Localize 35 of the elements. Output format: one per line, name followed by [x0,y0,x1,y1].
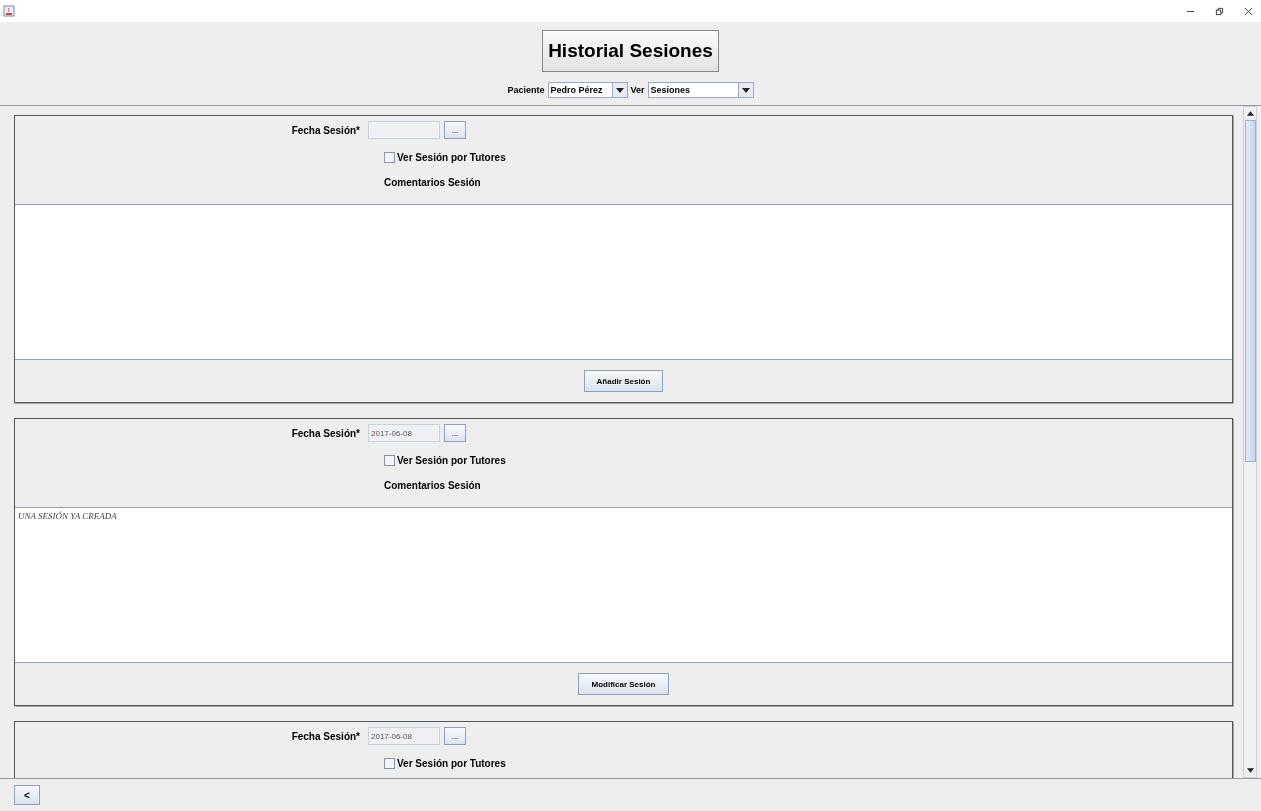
checkbox[interactable] [384,151,395,163]
date-label: Fecha Sesión* [290,730,360,742]
checkbox[interactable] [384,454,395,466]
session-button[interactable]: Modificar Sesión [578,673,669,695]
view-label: Ver [630,85,645,95]
date-field[interactable]: 2017-06-08 [368,424,440,442]
page-title: Historial Sesiones [542,30,719,72]
session-button[interactable]: Añadir Sesión [583,370,664,392]
scrollbar[interactable] [1243,106,1257,778]
date-field[interactable] [368,121,440,139]
comments-label: Comentarios Sesión [384,479,481,491]
date-label: Fecha Sesión* [290,427,360,439]
patient-dropdown[interactable]: Pedro Pérez [547,82,628,98]
date-field[interactable]: 2017-06-08 [368,727,440,745]
scroll-down-icon[interactable] [1246,768,1254,773]
dropdown-arrow-icon [741,87,750,93]
app-icon [3,5,15,17]
comments-text: UNA SESIÓN YA CREADA [18,511,117,521]
checkbox-label: Ver Sesión por Tutores [397,454,506,466]
close-icon[interactable] [1244,6,1253,16]
comments-textarea[interactable]: UNA SESIÓN YA CREADA [15,507,1232,663]
checkbox[interactable] [384,757,395,769]
restore-icon[interactable] [1215,6,1224,16]
checkbox-label: Ver Sesión por Tutores [397,757,506,769]
date-picker-button[interactable]: ... [444,424,466,442]
checkbox-label: Ver Sesión por Tutores [397,151,506,163]
patient-label: Paciente [507,85,545,95]
scroll-up-icon[interactable] [1246,111,1254,116]
date-label: Fecha Sesión* [290,124,360,136]
dropdown-arrow-icon [615,87,624,93]
date-picker-button[interactable]: ... [444,121,466,139]
view-dropdown[interactable]: Sesiones [647,82,754,98]
date-picker-button[interactable]: ... [444,727,466,745]
comments-label: Comentarios Sesión [384,176,481,188]
back-button[interactable]: < [14,785,40,805]
